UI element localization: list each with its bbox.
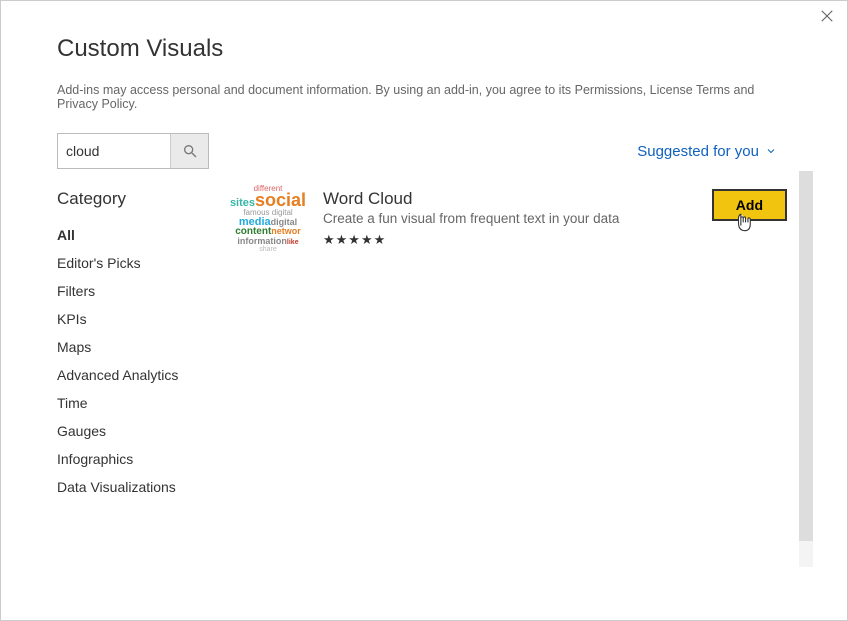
category-item-time[interactable]: Time (57, 389, 207, 417)
result-item[interactable]: different sitessocial famous digital med… (229, 189, 787, 249)
category-item-editors-picks[interactable]: Editor's Picks (57, 249, 207, 277)
disclaimer-text: Add-ins may access personal and document… (57, 83, 797, 111)
category-header: Category (57, 189, 207, 209)
category-item-all[interactable]: All (57, 221, 207, 249)
suggested-label: Suggested for you (637, 143, 759, 160)
search-box (57, 133, 209, 169)
category-item-gauges[interactable]: Gauges (57, 417, 207, 445)
category-sidebar: Category All Editor's Picks Filters KPIs… (57, 189, 207, 501)
search-button[interactable] (170, 134, 208, 168)
chevron-down-icon (765, 145, 777, 157)
close-button[interactable] (819, 9, 835, 25)
scrollbar[interactable] (799, 171, 813, 567)
result-description: Create a fun visual from frequent text i… (323, 211, 696, 226)
search-input[interactable] (58, 134, 170, 168)
category-item-data-visualizations[interactable]: Data Visualizations (57, 473, 207, 501)
category-item-kpis[interactable]: KPIs (57, 305, 207, 333)
category-item-advanced-analytics[interactable]: Advanced Analytics (57, 361, 207, 389)
suggested-for-you-link[interactable]: Suggested for you (637, 143, 777, 160)
search-icon (182, 143, 198, 159)
result-thumbnail: different sitessocial famous digital med… (229, 189, 307, 249)
result-info: Word Cloud Create a fun visual from freq… (323, 189, 696, 248)
result-rating: ★★★★★ (323, 232, 696, 248)
scrollbar-thumb[interactable] (799, 171, 813, 541)
category-item-maps[interactable]: Maps (57, 333, 207, 361)
category-item-filters[interactable]: Filters (57, 277, 207, 305)
results-panel: different sitessocial famous digital med… (229, 189, 797, 501)
category-item-infographics[interactable]: Infographics (57, 445, 207, 473)
category-list: All Editor's Picks Filters KPIs Maps Adv… (57, 221, 207, 501)
add-button[interactable]: Add (712, 189, 787, 221)
dialog-title: Custom Visuals (57, 35, 797, 63)
result-title: Word Cloud (323, 189, 696, 209)
